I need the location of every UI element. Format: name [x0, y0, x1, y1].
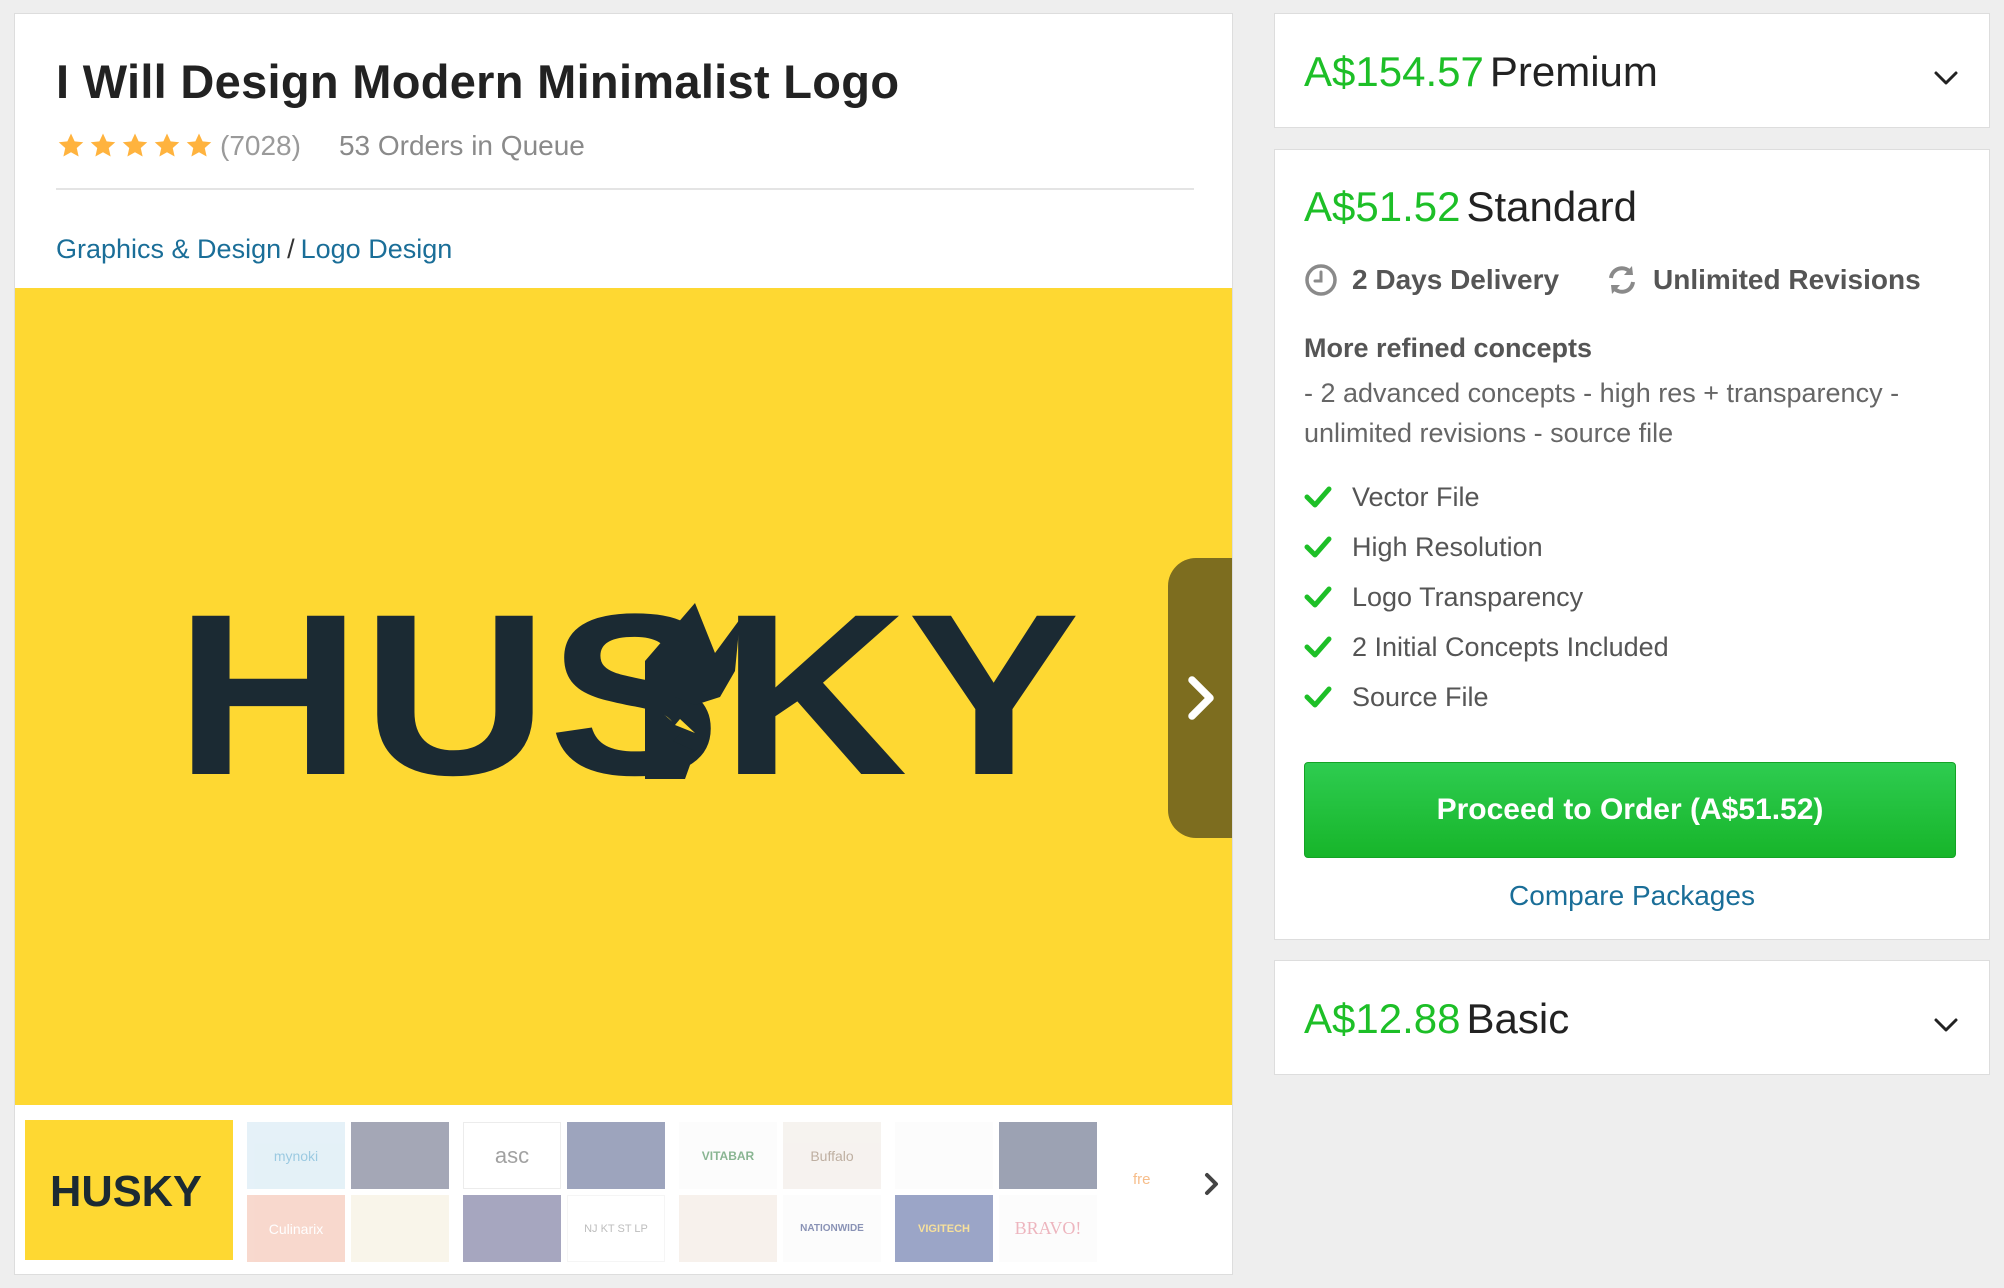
package-price: A$12.88 [1304, 995, 1461, 1042]
check-icon [1304, 486, 1332, 508]
husky-thumb-logo: HUSKY [50, 1170, 202, 1210]
package-price: A$51.52 [1304, 183, 1461, 230]
thumbnail-partial[interactable]: fre [1133, 1171, 1151, 1188]
thumbnail-group[interactable]: asc NJ KT ST LP [463, 1122, 665, 1262]
compare-packages-link[interactable]: Compare Packages [1275, 880, 1989, 912]
husky-thumb-text: HUSKY [50, 1170, 202, 1210]
package-name: Premium [1489, 48, 1658, 95]
chevron-right-icon[interactable] [1201, 1168, 1223, 1200]
thumbnail-active[interactable]: HUSKY [25, 1120, 233, 1260]
thumbnail[interactable]: Culinarix [247, 1195, 345, 1262]
package-basic[interactable]: A$12.88 Basic [1274, 960, 1990, 1075]
clock-icon [1305, 264, 1337, 296]
feature-label: 2 Initial Concepts Included [1352, 631, 1669, 662]
breadcrumb-category-link[interactable]: Graphics & Design [56, 234, 281, 264]
thumbnail[interactable] [999, 1122, 1097, 1189]
gig-title: I Will Design Modern Minimalist Logo [56, 55, 900, 108]
chevron-right-icon [1188, 676, 1214, 720]
revisions: Unlimited Revisions [1653, 264, 1921, 295]
check-icon [1304, 636, 1332, 658]
thumbnail[interactable] [895, 1122, 993, 1189]
star-rating [56, 131, 216, 161]
gallery-thumbnails: HUSKY mynoki Culinarix asc NJ KT ST LP V… [15, 1116, 1232, 1266]
package-name: Basic [1466, 995, 1570, 1042]
star-icon [122, 133, 148, 157]
package-name: Standard [1466, 183, 1637, 230]
orders-in-queue: 53 Orders in Queue [338, 130, 585, 161]
feature-list: Vector File High Resolution Logo Transpa… [1304, 472, 1669, 722]
feature-item: 2 Initial Concepts Included [1304, 622, 1669, 672]
rating-row: (7028) 53 Orders in Queue [56, 126, 585, 166]
package-title: More refined concepts [1304, 333, 1593, 363]
husky-logo-text: HUSKY [175, 601, 1080, 781]
gallery-main-image[interactable]: HUSKY [15, 288, 1232, 1105]
thumbnail[interactable] [567, 1122, 665, 1189]
chevron-down-icon[interactable] [1933, 70, 1959, 86]
thumbnail-group[interactable]: mynoki Culinarix [247, 1122, 449, 1262]
divider [56, 188, 1194, 190]
package-header: A$51.52 Standard [1304, 183, 1637, 231]
feature-label: Logo Transparency [1352, 581, 1584, 612]
thumbnail[interactable]: asc [463, 1122, 561, 1189]
thumbnail[interactable]: BRAVO! [999, 1195, 1097, 1262]
check-icon [1304, 536, 1332, 558]
feature-item: Source File [1304, 672, 1669, 722]
star-icon [186, 133, 212, 157]
breadcrumb: Graphics & Design / Logo Design [56, 234, 452, 265]
thumbnail[interactable]: VITABAR [679, 1122, 777, 1189]
package-header: A$154.57 Premium [1304, 48, 1658, 96]
thumbnail[interactable] [351, 1195, 449, 1262]
package-standard: A$51.52 Standard 2 Days Delivery Unlimite… [1274, 149, 1990, 940]
gig-card: I Will Design Modern Minimalist Logo (70… [14, 13, 1233, 1275]
star-icon [90, 133, 116, 157]
feature-item: High Resolution [1304, 522, 1669, 572]
package-premium[interactable]: A$154.57 Premium [1274, 13, 1990, 128]
star-icon [154, 133, 180, 157]
feature-item: Vector File [1304, 472, 1669, 522]
feature-item: Logo Transparency [1304, 572, 1669, 622]
feature-label: Vector File [1352, 481, 1480, 512]
chevron-down-icon[interactable] [1933, 1017, 1959, 1033]
thumbnail[interactable] [351, 1122, 449, 1189]
package-header: A$12.88 Basic [1304, 995, 1569, 1043]
feature-label: High Resolution [1352, 531, 1543, 562]
husky-logo: HUSKY [175, 601, 1080, 781]
thumbnail[interactable]: mynoki [247, 1122, 345, 1189]
thumbnail-group[interactable]: VIGITECH BRAVO! [895, 1122, 1097, 1262]
breadcrumb-subcategory-link[interactable]: Logo Design [301, 234, 453, 264]
package-description: - 2 advanced concepts - high res + trans… [1304, 378, 1900, 448]
rating-count[interactable]: (7028) [220, 130, 301, 162]
thumbnail[interactable]: Buffalo [783, 1122, 881, 1189]
gallery-next-button[interactable] [1168, 558, 1232, 838]
thumbnail[interactable] [463, 1195, 561, 1262]
star-icon [58, 133, 84, 157]
breadcrumb-separator: / [287, 234, 295, 264]
thumbnail-group[interactable]: VITABAR Buffalo NATIONWIDE [679, 1122, 881, 1262]
package-meta: 2 Days Delivery Unlimited Revisions [1304, 260, 1921, 300]
thumbnail[interactable] [679, 1195, 777, 1262]
check-icon [1304, 586, 1332, 608]
thumbnail[interactable]: NATIONWIDE [783, 1195, 881, 1262]
delivery-time: 2 Days Delivery [1352, 264, 1560, 295]
package-price: A$154.57 [1304, 48, 1484, 95]
proceed-to-order-button[interactable]: Proceed to Order (A$51.52) [1304, 762, 1956, 858]
check-icon [1304, 686, 1332, 708]
thumbnail[interactable]: NJ KT ST LP [567, 1195, 665, 1262]
thumbnail[interactable]: VIGITECH [895, 1195, 993, 1262]
feature-label: Source File [1352, 681, 1489, 712]
refresh-icon [1609, 266, 1636, 294]
